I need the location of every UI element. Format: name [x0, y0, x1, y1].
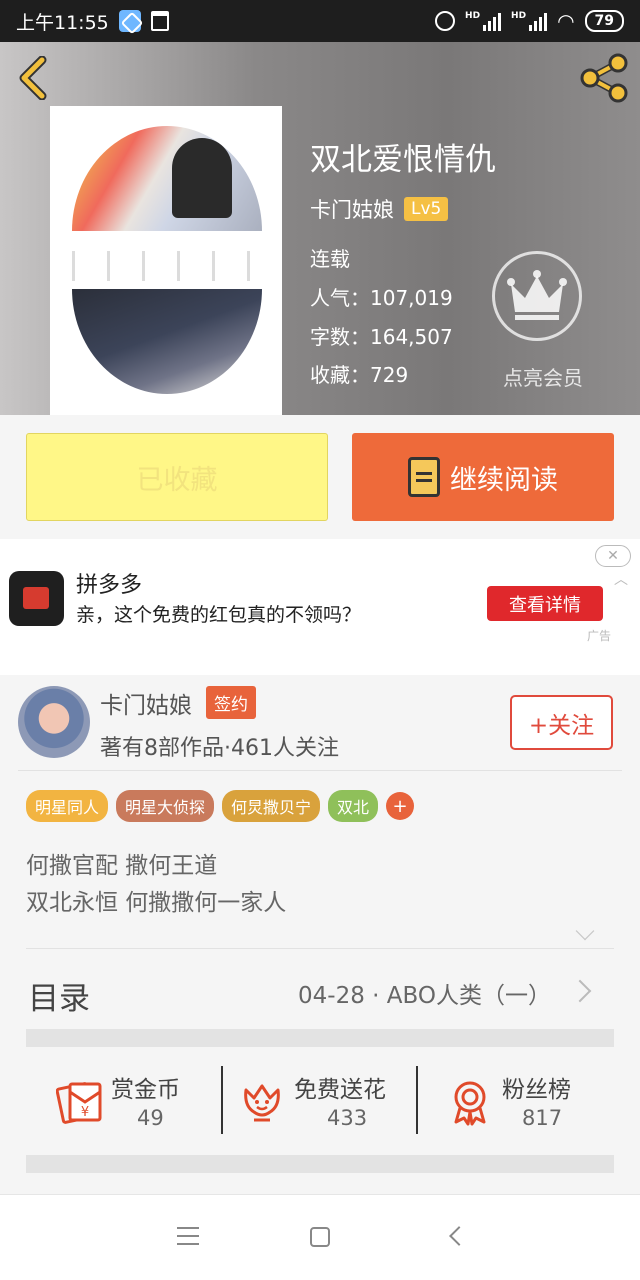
serial-status: 连载	[310, 247, 350, 271]
divider	[26, 948, 614, 949]
author-name[interactable]: 卡门姑娘	[100, 686, 192, 720]
follow-button[interactable]: +关注	[510, 695, 613, 750]
tag-item[interactable]: 何炅撒贝宁	[222, 790, 321, 822]
bounty-coins-label[interactable]: 赏金币	[111, 1070, 180, 1104]
book-title: 双北爱恨情仇	[310, 142, 496, 178]
chevron-left-icon	[19, 55, 47, 101]
trash-icon	[150, 11, 169, 31]
svg-text:¥: ¥	[81, 1105, 89, 1120]
free-flower-label[interactable]: 免费送花	[294, 1070, 386, 1104]
share-button[interactable]	[578, 52, 630, 104]
chevron-down-icon[interactable]	[575, 921, 595, 941]
divider	[18, 770, 622, 771]
continue-reading-button[interactable]: 继续阅读	[352, 433, 614, 521]
red-envelope-icon[interactable]: ¥	[56, 1078, 104, 1126]
tag-item[interactable]: 明星同人	[26, 790, 109, 822]
book-header: 双北爱恨情仇 卡门姑娘 Lv5 连载 人气：107,019 字数：164,507…	[0, 42, 640, 415]
fan-ranking-label[interactable]: 粉丝榜	[502, 1070, 571, 1104]
vip-label[interactable]: 点亮会员	[490, 362, 596, 391]
cover-photo-top	[72, 126, 262, 231]
bounty-coins-value: 49	[137, 1106, 164, 1130]
header-author-line: 卡门姑娘 Lv5	[310, 194, 449, 224]
add-tag-button[interactable]: +	[386, 792, 415, 820]
continue-reading-label: 继续阅读	[450, 464, 558, 496]
section-divider	[26, 1029, 614, 1047]
word-count: 字数：164,507	[310, 325, 453, 349]
vip-button[interactable]	[492, 251, 582, 341]
description-line: 何撒官配 撒何王道	[26, 853, 218, 879]
ad-label: 广告	[587, 629, 612, 643]
battery-icon: 79	[584, 10, 624, 32]
flower-icon[interactable]	[238, 1078, 286, 1126]
home-icon[interactable]	[310, 1227, 330, 1247]
cover-text-pattern	[72, 251, 262, 281]
book-icon	[408, 457, 440, 497]
signed-badge: 签约	[206, 686, 256, 719]
cover-photo-bottom	[72, 289, 262, 394]
chevron-right-icon[interactable]	[568, 979, 592, 1003]
popularity: 人气：107,019	[310, 286, 453, 310]
tag-item[interactable]: 明星大侦探	[116, 790, 215, 822]
header-author-name[interactable]: 卡门姑娘	[310, 194, 394, 224]
divider	[416, 1066, 418, 1134]
app-notification-icon	[118, 10, 141, 32]
signal-icon: HD	[511, 11, 548, 31]
ad-logo	[9, 571, 64, 626]
avatar[interactable]	[18, 686, 90, 758]
catalog-label[interactable]: 目录	[28, 973, 90, 1018]
free-flower-value: 433	[327, 1106, 368, 1130]
divider	[221, 1066, 223, 1134]
medal-icon[interactable]	[446, 1078, 494, 1126]
fan-ranking-value: 817	[522, 1106, 563, 1130]
signal-icon: HD	[465, 11, 502, 31]
ad-description: 亲，这个免费的红包真的不领吗？	[76, 604, 362, 626]
section-divider	[26, 1155, 614, 1173]
tag-list: 明星同人 明星大侦探 何炅撒贝宁 双北 +	[26, 790, 415, 822]
crown-icon	[507, 270, 567, 320]
ad-banner[interactable]: 拼多多 亲，这个免费的红包真的不领吗？ 查看详情 ✕ ︿ 广告	[0, 539, 640, 675]
book-cover[interactable]	[50, 106, 282, 415]
ad-details-button[interactable]: 查看详情	[487, 586, 603, 621]
description-line: 双北永恒 何撒撒何一家人	[26, 890, 287, 916]
alarm-icon	[435, 11, 456, 31]
author-stats: 著有8部作品·461人关注	[100, 736, 339, 761]
collected-button[interactable]: 已收藏	[26, 433, 328, 521]
ad-title: 拼多多	[76, 573, 143, 598]
wifi-icon: ◠	[557, 9, 575, 33]
latest-chapter[interactable]: 04-28 · ABO人类（一）	[298, 976, 551, 1010]
status-time: 上午11:55	[16, 11, 109, 34]
level-badge: Lv5	[404, 197, 449, 221]
ad-collapse-icon[interactable]: ︿	[614, 569, 628, 589]
tag-item[interactable]: 双北	[328, 790, 379, 822]
ad-close-icon[interactable]: ✕	[595, 545, 631, 567]
system-navigation-bar	[0, 1194, 640, 1280]
back-icon[interactable]	[449, 1226, 469, 1246]
back-button[interactable]	[14, 55, 54, 101]
status-bar: 上午11:55 HD HD ◠ 79	[0, 0, 640, 42]
favorites-count: 收藏：729	[310, 363, 409, 387]
share-icon	[580, 53, 628, 103]
menu-icon[interactable]	[177, 1227, 199, 1245]
